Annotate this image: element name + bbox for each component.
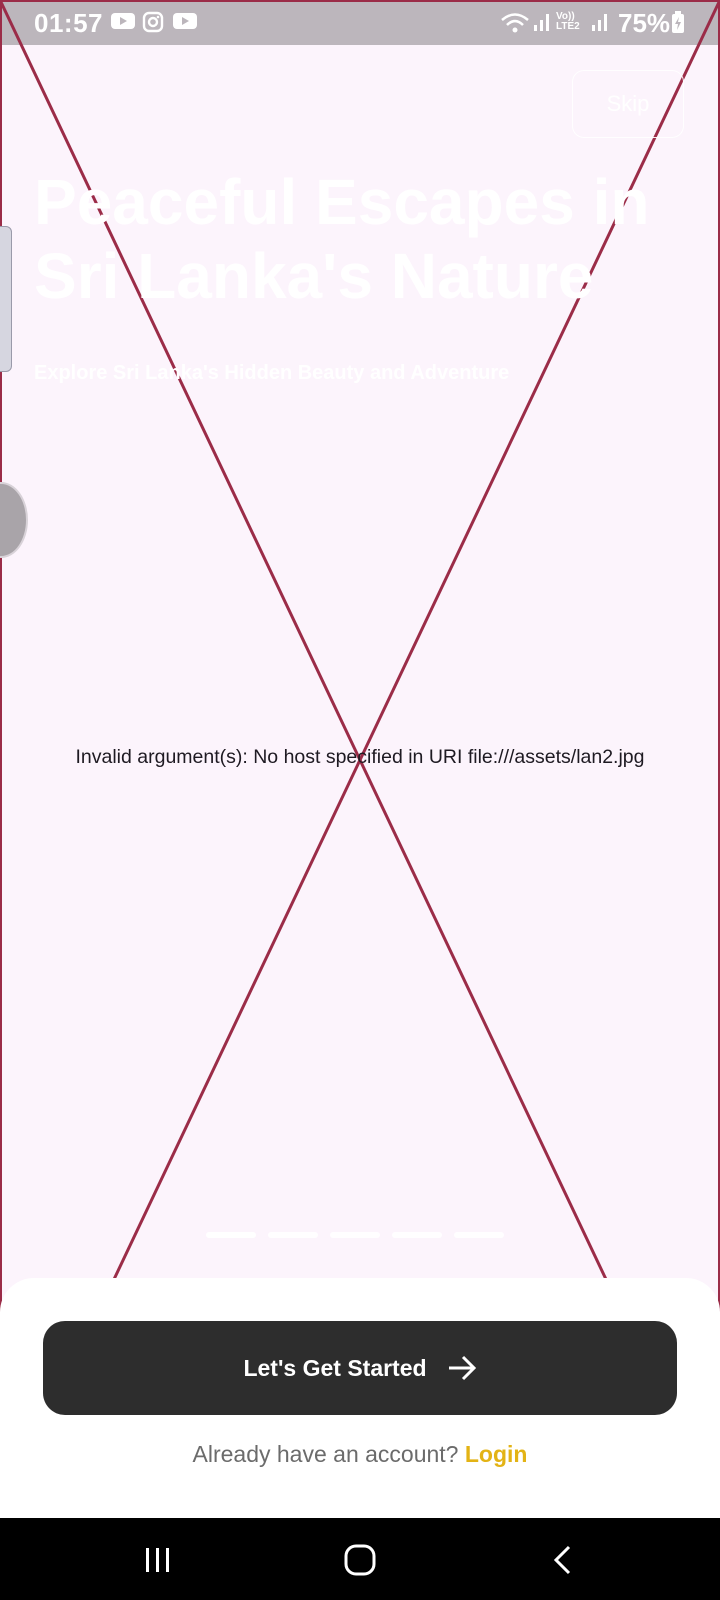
get-started-label: Let's Get Started xyxy=(243,1354,427,1381)
login-link[interactable]: Login xyxy=(465,1441,528,1467)
page-dot xyxy=(454,1232,504,1238)
page-dot xyxy=(268,1232,318,1238)
title-line-1: Peaceful Escapes in xyxy=(34,166,650,238)
edge-panel-handle[interactable] xyxy=(0,226,12,372)
skip-button[interactable]: Skip xyxy=(572,70,684,138)
page-indicator xyxy=(206,1232,506,1240)
onboarding-title: Peaceful Escapes in Sri Lanka's Nature xyxy=(34,165,694,313)
home-icon[interactable] xyxy=(330,1540,390,1580)
recents-icon[interactable] xyxy=(128,1540,188,1580)
onboarding-subtitle: Explore Sri Lanka's Hidden Beauty and Ad… xyxy=(34,362,510,384)
arrow-right-icon xyxy=(448,1355,476,1381)
account-prompt-text: Already have an account? xyxy=(192,1441,459,1467)
page-dot xyxy=(392,1232,442,1238)
title-line-2: Sri Lanka's Nature xyxy=(34,240,594,312)
login-prompt: Already have an account? Login xyxy=(0,1441,720,1468)
image-error-message: Invalid argument(s): No host specified i… xyxy=(75,746,645,768)
get-started-button[interactable]: Let's Get Started xyxy=(43,1321,677,1415)
page-dot xyxy=(330,1232,380,1238)
page-dot xyxy=(206,1232,256,1238)
back-icon[interactable] xyxy=(532,1540,592,1580)
